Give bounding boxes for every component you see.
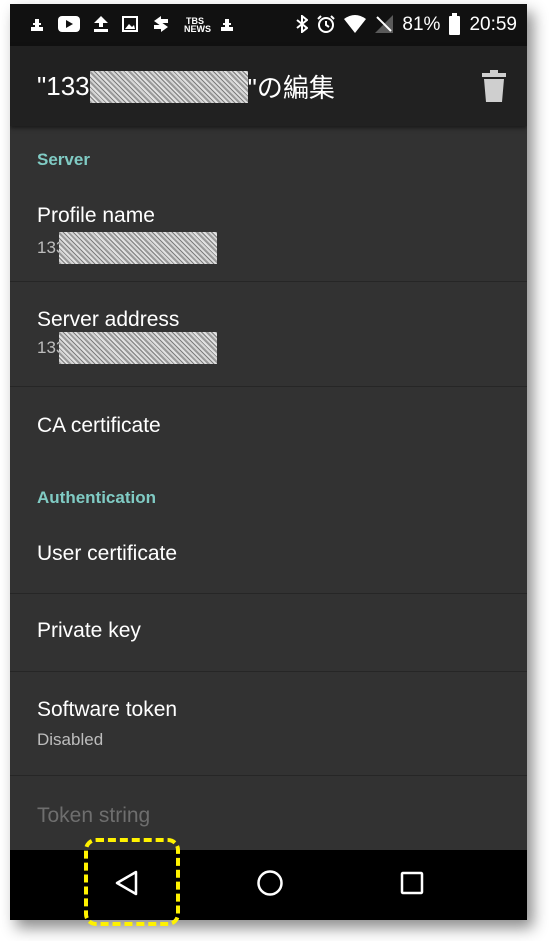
item-title: User certificate bbox=[37, 542, 178, 565]
user-certificate-item[interactable]: User certificate bbox=[10, 522, 527, 594]
redacted-region bbox=[59, 232, 218, 264]
item-title: Token string bbox=[37, 804, 151, 827]
youtube-icon bbox=[58, 15, 80, 35]
title-prefix: "133 bbox=[37, 71, 90, 101]
phone-screen: TBS NEWS 81% 20:59 "133 "の編集 Server Prof… bbox=[10, 4, 527, 920]
token-string-item: Token string bbox=[10, 776, 527, 850]
highlight-annotation bbox=[84, 838, 180, 926]
title-suffix: "の編集 bbox=[247, 73, 335, 103]
item-title: CA certificate bbox=[37, 414, 161, 437]
status-bar: TBS NEWS 81% 20:59 bbox=[10, 4, 527, 46]
sync-icon bbox=[152, 15, 170, 35]
item-title: Private key bbox=[37, 619, 141, 642]
recents-button[interactable] bbox=[377, 850, 447, 920]
clock: 20:59 bbox=[469, 14, 517, 35]
recents-icon bbox=[400, 871, 424, 900]
redacted-region bbox=[89, 70, 248, 103]
item-value: 133 bbox=[37, 232, 218, 264]
notification-icon bbox=[30, 16, 44, 35]
profile-name-item[interactable]: Profile name 133 bbox=[10, 186, 527, 282]
bluetooth-icon bbox=[296, 13, 310, 36]
section-header-server: Server bbox=[37, 150, 90, 169]
page-title: "133 "の編集 bbox=[37, 68, 335, 105]
upload-icon bbox=[94, 15, 108, 35]
alarm-icon bbox=[317, 14, 336, 36]
tbs-news-icon: TBS NEWS bbox=[184, 16, 211, 34]
private-key-item[interactable]: Private key bbox=[10, 594, 527, 672]
trash-icon[interactable] bbox=[481, 70, 507, 102]
battery-icon bbox=[449, 12, 461, 35]
item-value: 133 bbox=[37, 332, 218, 364]
home-button[interactable] bbox=[235, 850, 305, 920]
no-signal-icon bbox=[375, 14, 394, 36]
redacted-region bbox=[59, 332, 218, 364]
section-header-authentication: Authentication bbox=[37, 488, 156, 507]
server-address-item[interactable]: Server address 133 bbox=[10, 282, 527, 387]
item-value: Disabled bbox=[37, 730, 104, 749]
wifi-icon bbox=[344, 14, 367, 36]
ca-certificate-item[interactable]: CA certificate bbox=[10, 387, 527, 467]
home-icon bbox=[256, 869, 284, 902]
battery-percent: 81% bbox=[402, 14, 441, 35]
item-title: Software token bbox=[37, 698, 178, 721]
item-title: Server address bbox=[37, 308, 180, 331]
app-toolbar: "133 "の編集 bbox=[10, 46, 527, 126]
software-token-item[interactable]: Software token Disabled bbox=[10, 672, 527, 776]
item-title: Profile name bbox=[37, 204, 155, 227]
notification-icon bbox=[220, 16, 234, 35]
image-icon bbox=[122, 15, 138, 35]
